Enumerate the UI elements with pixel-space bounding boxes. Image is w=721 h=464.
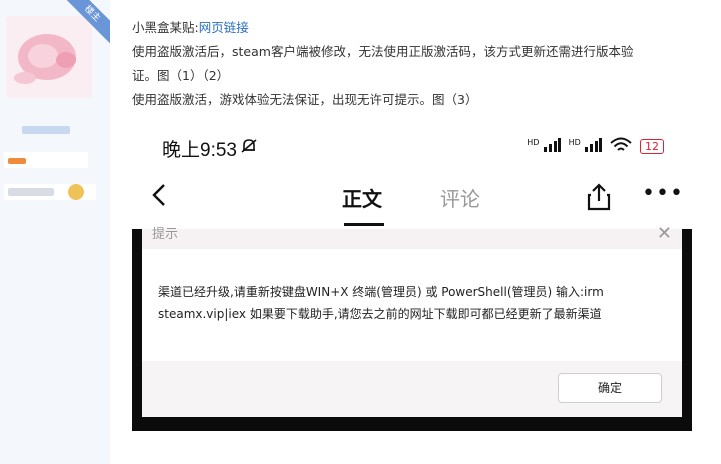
dialog-header: 提示 ✕ [142,223,682,249]
wifi-icon [610,137,632,156]
back-arrow-icon[interactable] [150,183,170,214]
post-line-3: 证。图（1）（2） [132,68,230,83]
confirm-button[interactable]: 确定 [558,373,662,403]
dialog-title: 提示 [152,227,179,242]
dialog-message-line-2: steamx.vip|iex 如果要下载助手,请您去之前的网址下载即可都已经更新… [158,307,602,321]
post-content: 小黑盒某贴:网页链接 使用盗版激活后，steam客户端被修改，无法使用正版激活码… [132,16,712,112]
author-sidebar: 楼主 [0,0,110,464]
dialog-message-line-1: 渠道已经升级,请重新按键盘WIN+X 终端(管理员) 或 PowerShell(… [158,285,604,299]
avatar-container: 楼主 [0,0,110,104]
tab-comments[interactable]: 评论 [440,183,480,212]
username-blurred[interactable] [22,126,70,134]
medal-icon [68,184,84,200]
phone-status-bar: 晚上9:53 HD HD 12 [132,123,692,173]
user-medal-row [4,184,96,200]
level-badge-icon [8,158,26,164]
dialog-message: 渠道已经升级,请重新按键盘WIN+X 终端(管理员) 或 PowerShell(… [158,281,668,325]
avatar[interactable] [6,16,92,98]
post-line-4: 使用盗版激活，游戏体验无法保证，出现无许可提示。图（3） [132,92,478,107]
notice-dialog: 提示 ✕ 渠道已经升级,请重新按键盘WIN+X 终端(管理员) 或 PowerS… [142,223,682,417]
phone-status-icons: HD HD 12 [527,137,664,156]
web-link[interactable]: 网页链接 [199,20,249,35]
phone-time: 晚上9:53 [162,140,237,161]
tab-article[interactable]: 正文 [342,183,382,212]
dialog-backdrop: 提示 ✕ 渠道已经升级,请重新按键盘WIN+X 终端(管理员) 或 PowerS… [132,223,692,431]
dialog-footer: 确定 [142,361,682,417]
mute-bell-icon [240,137,258,159]
post-line-2: 使用盗版激活后，steam客户端被修改，无法使用正版激活码，该方式更新还需进行版… [132,44,634,59]
user-badge-row [4,152,88,168]
post-line-source: 小黑盒某贴:网页链接 [132,16,712,40]
battery-icon: 12 [640,139,664,154]
close-icon[interactable]: ✕ [657,223,672,244]
more-options-icon[interactable]: ••• [642,181,684,206]
embedded-phone-screenshot: 晚上9:53 HD HD 12 正文 评论 ••• 提示 ✕ 渠道已经升级,请重… [132,123,692,431]
source-prefix: 小黑盒某贴: [132,20,199,35]
share-icon[interactable] [586,183,612,215]
signal-icon-2: HD [569,138,602,155]
signal-icon-1: HD [527,138,561,155]
battery-level: 12 [645,140,659,153]
article-navbar: 正文 评论 ••• [132,175,692,229]
medal-text-blurred [8,188,54,196]
active-tab-indicator [344,223,384,226]
